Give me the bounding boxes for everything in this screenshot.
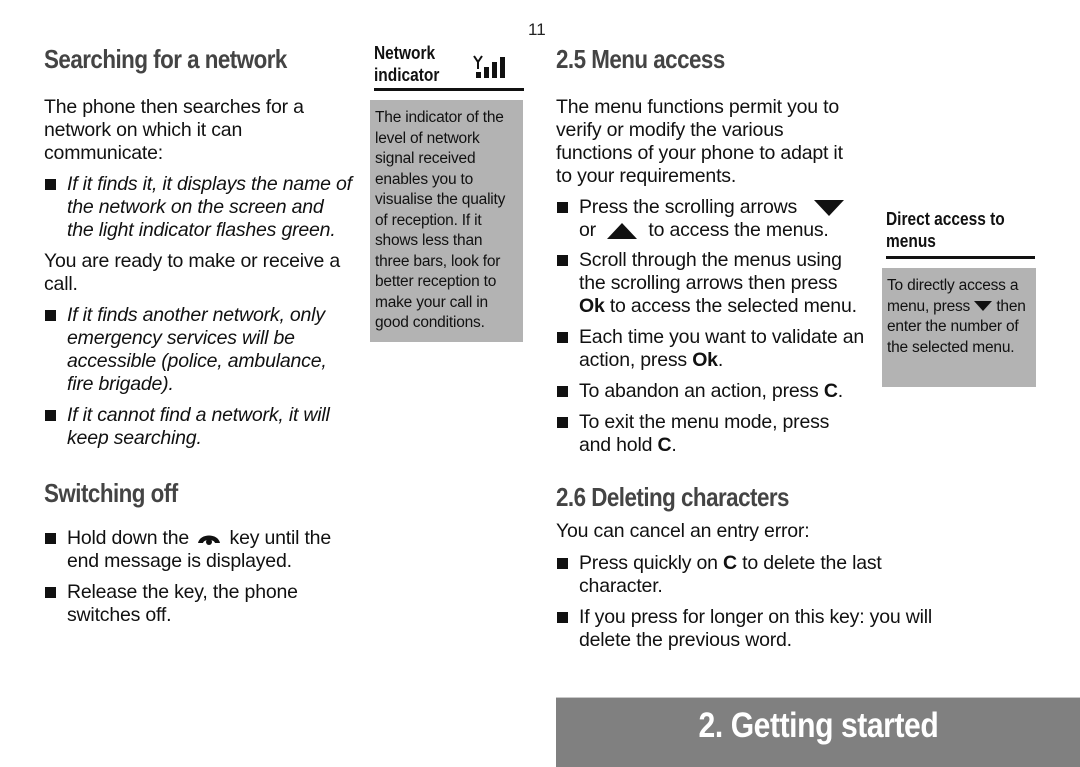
c-key-label: C	[657, 434, 672, 456]
bullet-text: Press the scrolling arrows	[579, 196, 798, 218]
deleting-section: You can cancel an entry error: Press qui…	[556, 520, 956, 652]
bullet-square-icon	[557, 255, 568, 266]
c-key-label: C	[723, 552, 737, 574]
section-title-deleting: 2.6 Deleting characters	[556, 482, 789, 512]
bullet-text: To exit the menu mode, press and hold	[579, 411, 830, 456]
bullet-text: If it finds another network, only emerge…	[67, 304, 327, 395]
bullet-text: to access the menus.	[648, 219, 829, 241]
bullet-text: Release the key, the phone switches off.	[67, 581, 298, 626]
bullet-square-icon	[45, 533, 56, 544]
bullet-item: Each time you want to validate an action…	[556, 326, 869, 372]
sidebar-divider	[374, 88, 524, 91]
c-key-label: C	[823, 380, 838, 402]
bullet-item: If you press for longer on this key: you…	[556, 606, 974, 652]
bullet-text: Hold down the	[67, 527, 190, 549]
sidebar-divider	[886, 256, 1035, 259]
bullet-item: To exit the menu mode, press and hold C.	[556, 411, 859, 457]
bullet-item: If it finds it, it displays the name of …	[44, 173, 354, 242]
punctuation: .	[717, 349, 724, 371]
switching-off-section: Hold down the key until the end message …	[44, 527, 344, 627]
bullet-square-icon	[557, 612, 568, 623]
direct-access-note: To directly access a menu, press then en…	[882, 268, 1036, 387]
bullet-item: Press quickly on C to delete the last ch…	[556, 552, 924, 598]
menu-access-section: The menu functions permit you to verify …	[556, 96, 866, 457]
direct-access-sidebar: Direct access to menus	[886, 208, 1036, 259]
deleting-intro: You can cancel an entry error:	[556, 520, 810, 542]
network-indicator-sidebar: Network indicator	[374, 42, 524, 91]
bullet-text: If you press for longer on this key: you…	[579, 606, 932, 651]
bullet-item: If it cannot find a network, it will kee…	[44, 404, 367, 450]
section-title-switching-off: Switching off	[44, 478, 178, 508]
menu-access-intro: The menu functions permit you to verify …	[556, 96, 843, 187]
bullet-square-icon	[557, 386, 568, 397]
end-call-key-icon	[198, 535, 221, 545]
page-number: 11	[528, 20, 546, 39]
bullet-square-icon	[45, 587, 56, 598]
bullet-square-icon	[557, 558, 568, 569]
bullet-text: If it cannot find a network, it will kee…	[67, 404, 330, 449]
bullet-text: Scroll through the menus using the scrol…	[579, 249, 842, 294]
bullet-item: Release the key, the phone switches off.	[44, 581, 327, 627]
bullet-square-icon	[557, 417, 568, 428]
chapter-title-text: 2. Getting started	[698, 706, 938, 745]
bullet-text: to access the selected menu.	[609, 295, 857, 317]
searching-section: The phone then searches for a network on…	[44, 96, 354, 450]
arrow-down-icon	[974, 301, 993, 312]
bullet-square-icon	[45, 179, 56, 190]
bullet-text: or	[579, 219, 596, 241]
sidebar-title-line: menus	[886, 231, 936, 251]
bullet-item: Scroll through the menus using the scrol…	[556, 249, 866, 318]
bullet-square-icon	[557, 332, 568, 343]
sidebar-title-line: Direct access to	[886, 209, 1005, 229]
punctuation: .	[837, 380, 843, 402]
bullet-item: To abandon an action, press C.	[556, 380, 866, 403]
section-title-searching: Searching for a network	[44, 44, 287, 74]
signal-strength-icon	[473, 55, 505, 78]
chapter-footer-band: 2. Getting started	[556, 697, 1080, 767]
bullet-item: If it finds another network, only emerge…	[44, 304, 357, 396]
searching-intro: The phone then searches for a network on…	[44, 96, 304, 164]
bullet-text: If it finds it, it displays the name of …	[67, 173, 352, 241]
ok-key-label: Ok	[579, 295, 605, 317]
network-indicator-note: The indicator of the level of network si…	[370, 100, 523, 342]
section-title-menu-access: 2.5 Menu access	[556, 44, 725, 74]
bullet-text: To abandon an action, press	[579, 380, 819, 402]
ready-text: You are ready to make or receive a call.	[44, 250, 340, 295]
chapter-title: 2. Getting started	[556, 706, 1080, 746]
bullet-item: Hold down the key until the end message …	[44, 527, 344, 573]
bullet-text: Press quickly on	[579, 552, 718, 574]
bullet-square-icon	[557, 202, 568, 213]
bullet-item: Press the scrolling arrows or to access …	[556, 196, 866, 242]
arrow-down-icon	[814, 199, 845, 216]
punctuation: .	[671, 434, 677, 456]
arrow-up-icon	[607, 222, 638, 239]
ok-key-label: Ok	[692, 349, 718, 371]
sidebar-title: Direct access to menus	[886, 208, 1015, 256]
bullet-square-icon	[45, 310, 56, 321]
bullet-square-icon	[45, 410, 56, 421]
